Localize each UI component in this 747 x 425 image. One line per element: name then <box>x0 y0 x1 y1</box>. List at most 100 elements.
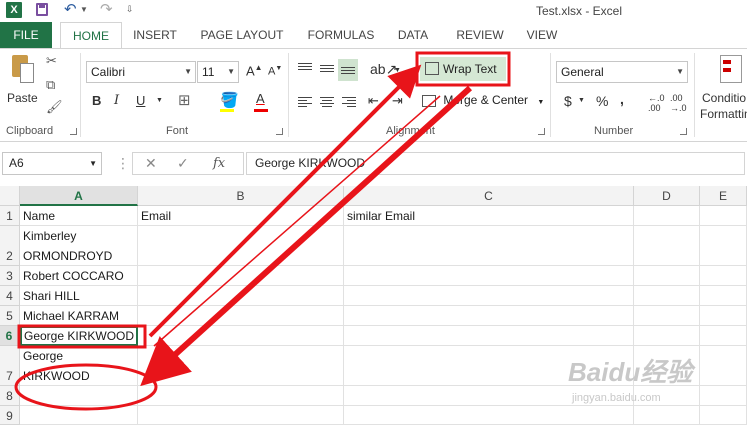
tab-view[interactable]: VIEW <box>520 22 564 48</box>
bold-button[interactable]: B <box>92 93 101 108</box>
orientation-dropdown-icon[interactable]: ▼ <box>394 67 401 74</box>
font-color-icon[interactable]: A <box>256 91 265 106</box>
save-icon[interactable] <box>36 3 48 16</box>
row-header[interactable]: 2 <box>0 226 20 266</box>
tab-file[interactable]: FILE <box>0 22 52 48</box>
tab-page-layout[interactable]: PAGE LAYOUT <box>196 22 288 48</box>
insert-function-icon[interactable]: fx <box>213 156 225 171</box>
cell-e2[interactable] <box>700 226 747 266</box>
paste-button[interactable]: Paste <box>7 91 38 105</box>
cell-d3[interactable] <box>634 266 700 286</box>
align-center-icon[interactable] <box>320 97 334 107</box>
cell-e3[interactable] <box>700 266 747 286</box>
cell-e8[interactable] <box>700 386 747 406</box>
number-launcher-icon[interactable] <box>680 128 687 135</box>
cell-c6[interactable] <box>344 326 634 346</box>
cell-b7[interactable] <box>138 346 344 386</box>
fill-color-icon[interactable]: 🪣 <box>220 91 239 109</box>
select-all-button[interactable] <box>0 186 20 206</box>
row-header[interactable]: 9 <box>0 406 20 425</box>
cell-b2[interactable] <box>138 226 344 266</box>
cancel-icon[interactable]: ✕ <box>145 155 157 172</box>
tab-insert[interactable]: INSERT <box>128 22 182 48</box>
cell-a5[interactable]: Michael KARRAM <box>20 306 138 326</box>
cell-d1[interactable] <box>634 206 700 226</box>
row-header[interactable]: 6 <box>0 326 20 346</box>
cell-c9[interactable] <box>344 406 634 425</box>
merge-center-button[interactable]: Merge & Center ▼ <box>422 93 544 107</box>
grow-font-icon[interactable]: A▲ <box>246 63 263 78</box>
column-header-c[interactable]: C <box>344 186 634 206</box>
cell-e1[interactable] <box>700 206 747 226</box>
row-header[interactable]: 8 <box>0 386 20 406</box>
cell-e6[interactable] <box>700 326 747 346</box>
cell-a9[interactable] <box>20 406 138 425</box>
enter-icon[interactable]: ✓ <box>177 155 189 172</box>
currency-dropdown-icon[interactable]: ▼ <box>578 97 585 104</box>
undo-icon[interactable]: ↶ <box>64 0 77 18</box>
cell-b8[interactable] <box>138 386 344 406</box>
cell-e4[interactable] <box>700 286 747 306</box>
top-align-icon[interactable] <box>298 63 312 73</box>
clipboard-launcher-icon[interactable] <box>70 128 77 135</box>
borders-icon[interactable]: ⊞ <box>178 91 191 109</box>
italic-button[interactable]: I <box>114 93 119 108</box>
name-box[interactable]: A6 ▼ <box>2 152 102 175</box>
undo-dropdown-icon[interactable]: ▼ <box>80 5 88 14</box>
font-launcher-icon[interactable] <box>276 128 283 135</box>
conditional-formatting-icon[interactable] <box>720 55 742 83</box>
redo-icon[interactable]: ↷ <box>100 0 113 18</box>
decrease-decimal-icon[interactable]: .00 →.0 <box>670 93 687 113</box>
cell-d2[interactable] <box>634 226 700 266</box>
cell-a2[interactable]: Kimberley ORMONDROYD <box>20 226 138 266</box>
cell-c5[interactable] <box>344 306 634 326</box>
cell-b9[interactable] <box>138 406 344 425</box>
alignment-launcher-icon[interactable] <box>538 128 545 135</box>
percent-button[interactable]: % <box>596 93 608 109</box>
cell-d6[interactable] <box>634 326 700 346</box>
cell-a3[interactable]: Robert COCCARO <box>20 266 138 286</box>
column-header-e[interactable]: E <box>700 186 747 206</box>
cell-b6[interactable] <box>138 326 344 346</box>
cell-b1[interactable]: Email <box>138 206 344 226</box>
number-format-select[interactable]: General ▼ <box>556 61 688 83</box>
middle-align-icon[interactable] <box>320 65 334 75</box>
row-header[interactable]: 5 <box>0 306 20 326</box>
increase-indent-icon[interactable]: ⇥ <box>392 93 403 109</box>
column-header-a[interactable]: A <box>20 186 138 206</box>
shrink-font-icon[interactable]: A▼ <box>268 65 282 78</box>
cell-b3[interactable] <box>138 266 344 286</box>
cell-a6[interactable]: George KIRKWOOD <box>20 326 138 346</box>
row-header[interactable]: 3 <box>0 266 20 286</box>
column-header-d[interactable]: D <box>634 186 700 206</box>
cell-c3[interactable] <box>344 266 634 286</box>
wrap-text-button[interactable]: Wrap Text <box>420 57 506 81</box>
cell-d9[interactable] <box>634 406 700 425</box>
cell-c4[interactable] <box>344 286 634 306</box>
paste-icon[interactable] <box>8 55 34 85</box>
cut-icon[interactable]: ✂ <box>46 53 57 69</box>
cell-c2[interactable] <box>344 226 634 266</box>
cell-e5[interactable] <box>700 306 747 326</box>
customize-toolbar-icon[interactable]: ⇩ <box>126 4 134 15</box>
copy-icon[interactable]: ⧉ <box>46 77 55 93</box>
underline-button[interactable]: U <box>136 93 145 108</box>
cell-d4[interactable] <box>634 286 700 306</box>
cell-a7[interactable]: George KIRKWOOD <box>20 346 138 386</box>
font-name-select[interactable]: Calibri ▼ <box>86 61 196 83</box>
row-header[interactable]: 7 <box>0 346 20 386</box>
cell-a4[interactable]: Shari HILL <box>20 286 138 306</box>
cell-e7[interactable] <box>700 346 747 386</box>
align-left-icon[interactable] <box>298 97 312 107</box>
tab-home[interactable]: HOME <box>60 22 122 48</box>
tab-formulas[interactable]: FORMULAS <box>302 22 380 48</box>
cell-a1[interactable]: Name <box>20 206 138 226</box>
comma-style-icon[interactable]: , <box>620 91 624 107</box>
font-size-select[interactable]: 11 ▼ <box>197 61 239 83</box>
row-header[interactable]: 4 <box>0 286 20 306</box>
row-header[interactable]: 1 <box>0 206 20 226</box>
conditional-formatting-button[interactable]: Conditio <box>702 91 746 105</box>
increase-decimal-icon[interactable]: ←.0.00 <box>648 93 665 113</box>
decrease-indent-icon[interactable]: ⇤ <box>368 93 379 109</box>
cell-e9[interactable] <box>700 406 747 425</box>
